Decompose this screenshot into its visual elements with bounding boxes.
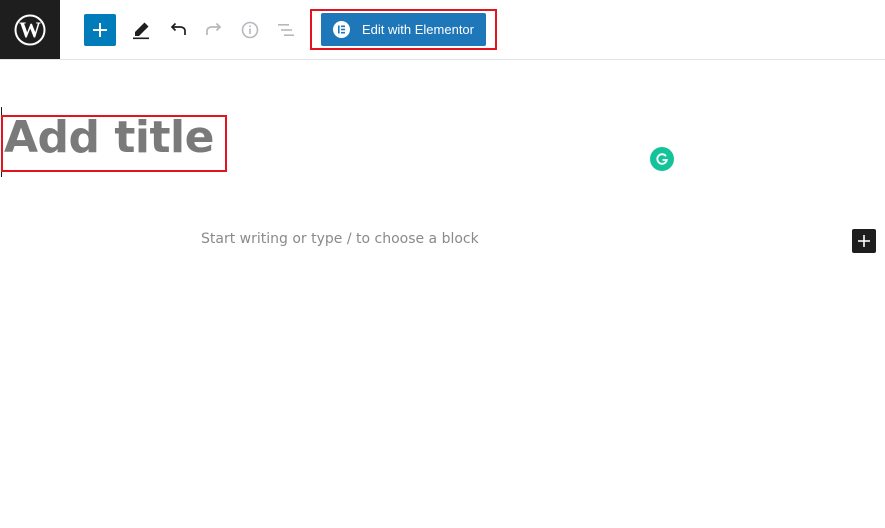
wordpress-icon: W: [14, 14, 46, 45]
grammarly-icon[interactable]: [650, 147, 674, 171]
svg-text:W: W: [19, 17, 41, 42]
editor-toolbar: W Edit with Elementor: [0, 0, 885, 60]
inline-add-block-button[interactable]: [852, 229, 876, 253]
redo-icon: [206, 22, 222, 35]
edit-with-elementor-button[interactable]: Edit with Elementor: [321, 13, 486, 46]
block-appender-placeholder[interactable]: Start writing or type / to choose a bloc…: [201, 231, 479, 247]
edit-with-elementor-label: Edit with Elementor: [362, 22, 474, 37]
add-block-button[interactable]: [84, 14, 116, 46]
elementor-icon: [333, 21, 350, 38]
redo-button[interactable]: [198, 14, 230, 46]
list-view-button[interactable]: [270, 14, 302, 46]
wordpress-logo-button[interactable]: W: [0, 0, 60, 59]
details-button[interactable]: [234, 14, 266, 46]
plus-icon: [858, 235, 870, 247]
block-editor-page: W Edit with Elementor Add title Start wr…: [0, 0, 885, 528]
info-icon: [241, 21, 259, 39]
undo-icon: [170, 22, 186, 35]
tools-button[interactable]: [125, 14, 157, 46]
pencil-icon: [133, 22, 149, 40]
title-highlight: [1, 115, 227, 172]
undo-button[interactable]: [162, 14, 194, 46]
list-view-icon: [278, 24, 294, 36]
plus-icon: [93, 23, 107, 37]
